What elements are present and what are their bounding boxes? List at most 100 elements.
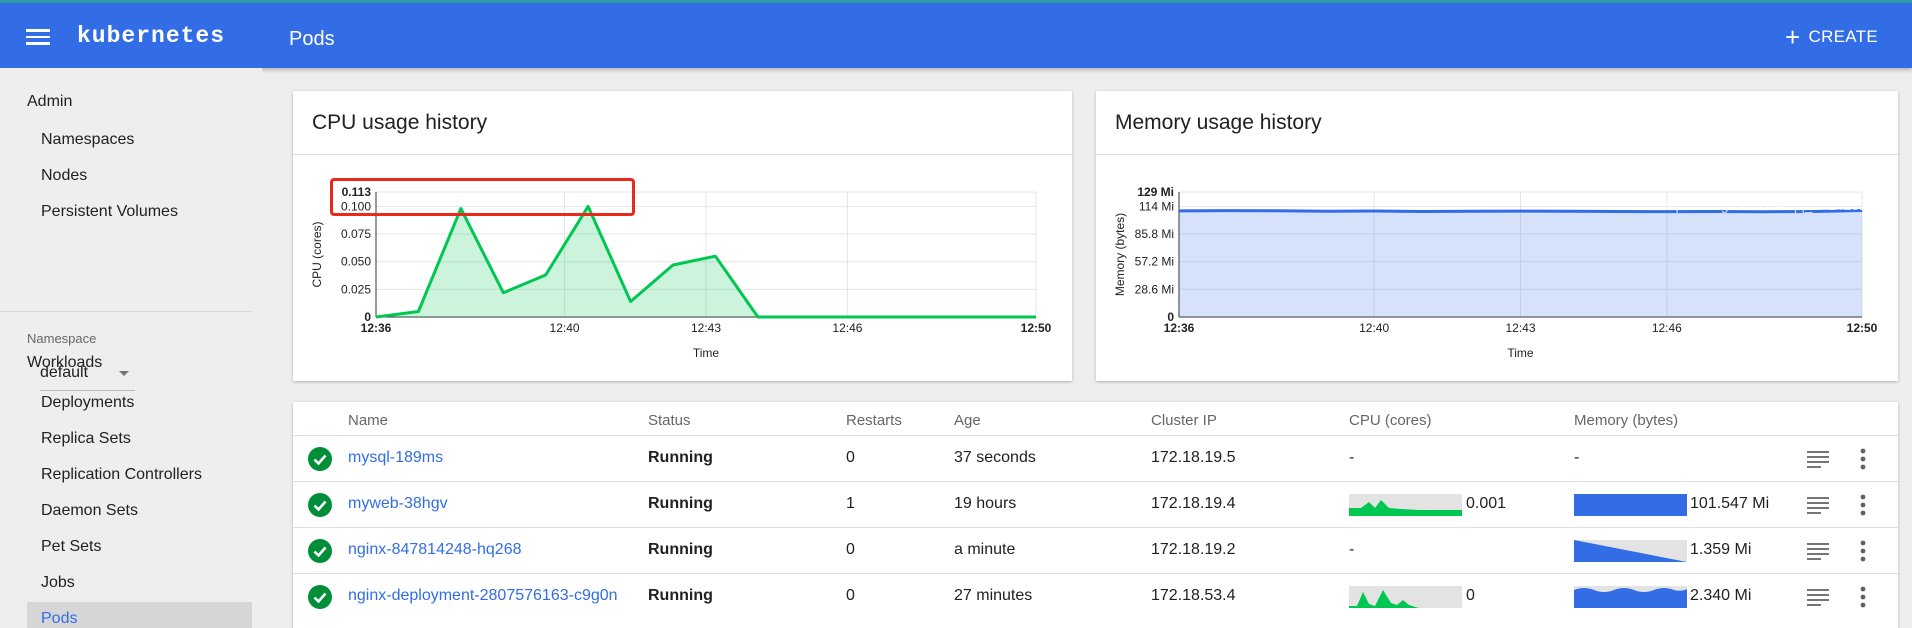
nav-header-admin[interactable]: Admin [27, 93, 72, 111]
pod-status: Running [648, 541, 713, 558]
column-header-name[interactable]: Name [348, 412, 388, 429]
column-header-restarts[interactable]: Restarts [846, 412, 902, 429]
table-row: nginx-deployment-2807576163-c9g0n Runnin… [293, 573, 1898, 619]
pod-memory-value: - [1574, 449, 1580, 466]
sidebar-item-deployments[interactable]: Deployments [27, 386, 252, 420]
hamburger-menu-icon[interactable] [26, 29, 50, 45]
sidebar-item-persistent-volumes[interactable]: Persistent Volumes [27, 195, 252, 229]
y-tick-label: 114 Mi [1139, 200, 1174, 214]
pod-cluster-ip: 172.18.19.4 [1151, 495, 1236, 512]
column-header-cpu: CPU (cores) [1349, 412, 1432, 429]
memory-sparkline [1574, 586, 1687, 608]
plus-icon: + [1785, 22, 1801, 52]
pod-restarts: 0 [846, 587, 855, 604]
sidebar-item-pet-sets[interactable]: Pet Sets [27, 530, 252, 564]
pod-status: Running [648, 495, 713, 512]
cpu-card-title: CPU usage history [312, 111, 488, 134]
check-circle-icon [308, 585, 332, 609]
pods-table: Name Status Restarts Age Cluster IP CPU … [293, 402, 1898, 628]
sidebar-item-replication-controllers[interactable]: Replication Controllers [27, 458, 252, 492]
pod-restarts: 0 [846, 541, 855, 558]
more-vert-icon[interactable] [1860, 448, 1866, 470]
memory-sparkline [1574, 494, 1687, 516]
column-header-cluster-ip[interactable]: Cluster IP [1151, 412, 1217, 429]
sidebar-item-nodes[interactable]: Nodes [27, 159, 252, 193]
column-header-status[interactable]: Status [648, 412, 691, 429]
sidebar-item-daemon-sets[interactable]: Daemon Sets [27, 494, 252, 528]
x-tick-label: 12:36 [361, 321, 392, 335]
app-bar: kubernetes Pods + CREATE [0, 3, 1912, 68]
pod-cluster-ip: 172.18.53.4 [1151, 587, 1236, 604]
y-tick-label: 0.100 [341, 199, 371, 213]
nav-header-workloads[interactable]: Workloads [27, 354, 102, 372]
pod-age: 19 hours [954, 495, 1017, 512]
y-tick-label: 0.025 [341, 282, 371, 296]
y-tick-label: 85.8 Mi [1135, 227, 1174, 241]
x-axis-title: Time [693, 346, 720, 360]
sidebar-divider [0, 311, 252, 312]
memory-usage-card: Memory usage history 0 28.6 Mi 57.2 Mi 85.8… [1096, 91, 1898, 381]
page-title: Pods [289, 28, 335, 50]
column-header-age[interactable]: Age [954, 412, 981, 429]
y-tick-label: 129 Mi [1137, 185, 1174, 199]
x-axis-title: Time [1507, 346, 1534, 360]
pod-name-link[interactable]: mysql-189ms [348, 449, 443, 467]
pod-memory-value: 1.359 Mi [1690, 541, 1752, 558]
namespace-label: Namespace [27, 331, 97, 346]
y-tick-label: 57.2 Mi [1135, 255, 1174, 269]
table-row: nginx-847814248-hq268 Running 0 a minute… [293, 527, 1898, 573]
check-circle-icon [308, 539, 332, 563]
logs-icon[interactable] [1807, 542, 1829, 560]
logs-icon[interactable] [1807, 496, 1829, 514]
pod-name-link[interactable]: nginx-deployment-2807576163-c9g0n [348, 587, 618, 605]
memory-sparkline [1574, 540, 1687, 562]
pod-restarts: 0 [846, 449, 855, 466]
cpu-sparkline [1349, 586, 1462, 608]
sidebar-item-namespaces[interactable]: Namespaces [27, 123, 252, 157]
cpu-usage-chart: 00.0250.0500.0750.1000.11312:36 12:40 12:4… [310, 185, 1052, 360]
pod-age: 37 seconds [954, 449, 1036, 466]
x-tick-label: 12:40 [550, 321, 580, 335]
pod-name-link[interactable]: myweb-38hgv [348, 495, 448, 513]
x-tick-label: 12:40 [1359, 321, 1389, 335]
pod-cpu-value: 0.001 [1466, 495, 1507, 512]
watermark-text: https://blog.csdn.net/qq_37242520 [1660, 197, 1875, 213]
more-vert-icon[interactable] [1860, 586, 1866, 608]
pod-cpu-value: - [1349, 449, 1355, 466]
dropdown-caret-icon [119, 371, 129, 376]
create-label: CREATE [1808, 27, 1878, 46]
table-row: myweb-38hgv Running 1 19 hours 172.18.19… [293, 481, 1898, 527]
y-tick-label: 0.113 [342, 185, 372, 199]
sidebar-item-pods[interactable]: Pods [27, 602, 252, 628]
more-vert-icon[interactable] [1860, 540, 1866, 562]
y-axis-title: CPU (cores) [310, 221, 324, 287]
y-tick-label: 28.6 Mi [1135, 282, 1174, 296]
sidebar-item-jobs[interactable]: Jobs [27, 566, 252, 600]
x-tick-label: 12:50 [1021, 321, 1052, 335]
check-circle-icon [308, 447, 332, 471]
y-tick-label: 0.050 [341, 255, 371, 269]
logs-icon[interactable] [1807, 588, 1829, 606]
pod-memory-value: 101.547 Mi [1690, 495, 1770, 512]
brand-logo[interactable]: kubernetes [77, 23, 225, 49]
cpu-sparkline [1349, 494, 1462, 516]
pod-age: 27 minutes [954, 587, 1033, 604]
x-tick-label: 12:46 [1652, 321, 1682, 335]
more-vert-icon[interactable] [1860, 494, 1866, 516]
pod-cpu-value: - [1349, 541, 1355, 558]
pod-age: a minute [954, 541, 1016, 558]
y-tick-label: 0.075 [341, 227, 371, 241]
pod-name-link[interactable]: nginx-847814248-hq268 [348, 541, 521, 559]
sidebar: Admin Namespaces Nodes Persistent Volume… [0, 68, 262, 628]
sidebar-item-replica-sets[interactable]: Replica Sets [27, 422, 252, 456]
x-tick-label: 12:43 [1505, 321, 1535, 335]
x-tick-label: 12:50 [1847, 321, 1878, 335]
series-area [1179, 210, 1862, 317]
pod-cpu-value: 0 [1466, 587, 1475, 604]
pod-memory-value: 2.340 Mi [1690, 587, 1752, 604]
pod-status: Running [648, 587, 713, 604]
logs-icon[interactable] [1807, 450, 1829, 468]
table-row: mysql-189ms Running 0 37 seconds 172.18.… [293, 435, 1898, 481]
create-button[interactable]: + CREATE [1785, 22, 1878, 52]
pod-restarts: 1 [846, 495, 855, 512]
